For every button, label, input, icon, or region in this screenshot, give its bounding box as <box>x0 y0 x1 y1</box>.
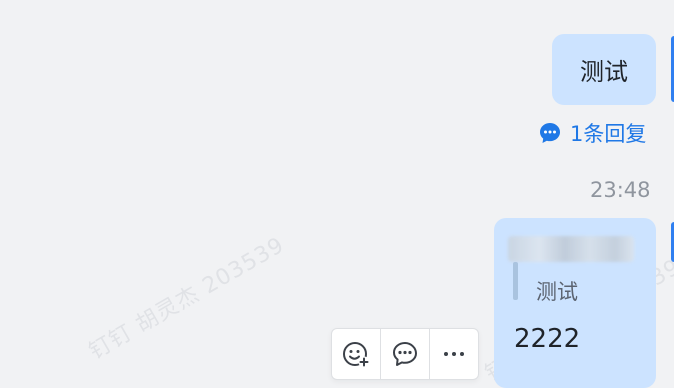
message-action-toolbar <box>331 328 479 380</box>
message-bubble[interactable]: 测试 <box>552 34 656 105</box>
reply-icon <box>390 339 420 369</box>
reply-count-label: 1条回复 <box>570 122 647 146</box>
reply-button[interactable] <box>381 329 430 379</box>
message-text: 2222 <box>514 324 581 354</box>
more-icon <box>439 339 469 369</box>
more-button[interactable] <box>430 329 478 379</box>
quoted-sender-blurred <box>508 236 634 262</box>
add-reaction-button[interactable] <box>332 329 381 379</box>
watermark-text: 钉钉 胡灵杰 203539 <box>85 232 289 365</box>
comment-icon <box>538 121 562 145</box>
thread-replies-link[interactable]: 1条回复 <box>538 120 646 146</box>
quote-bar <box>513 262 518 300</box>
message-bubble[interactable]: 测试 2222 <box>494 218 656 388</box>
quoted-message-text: 测试 <box>536 280 578 304</box>
message-text: 测试 <box>580 58 628 86</box>
message-timestamp: 23:48 <box>590 178 651 202</box>
add-reaction-icon <box>341 339 371 369</box>
